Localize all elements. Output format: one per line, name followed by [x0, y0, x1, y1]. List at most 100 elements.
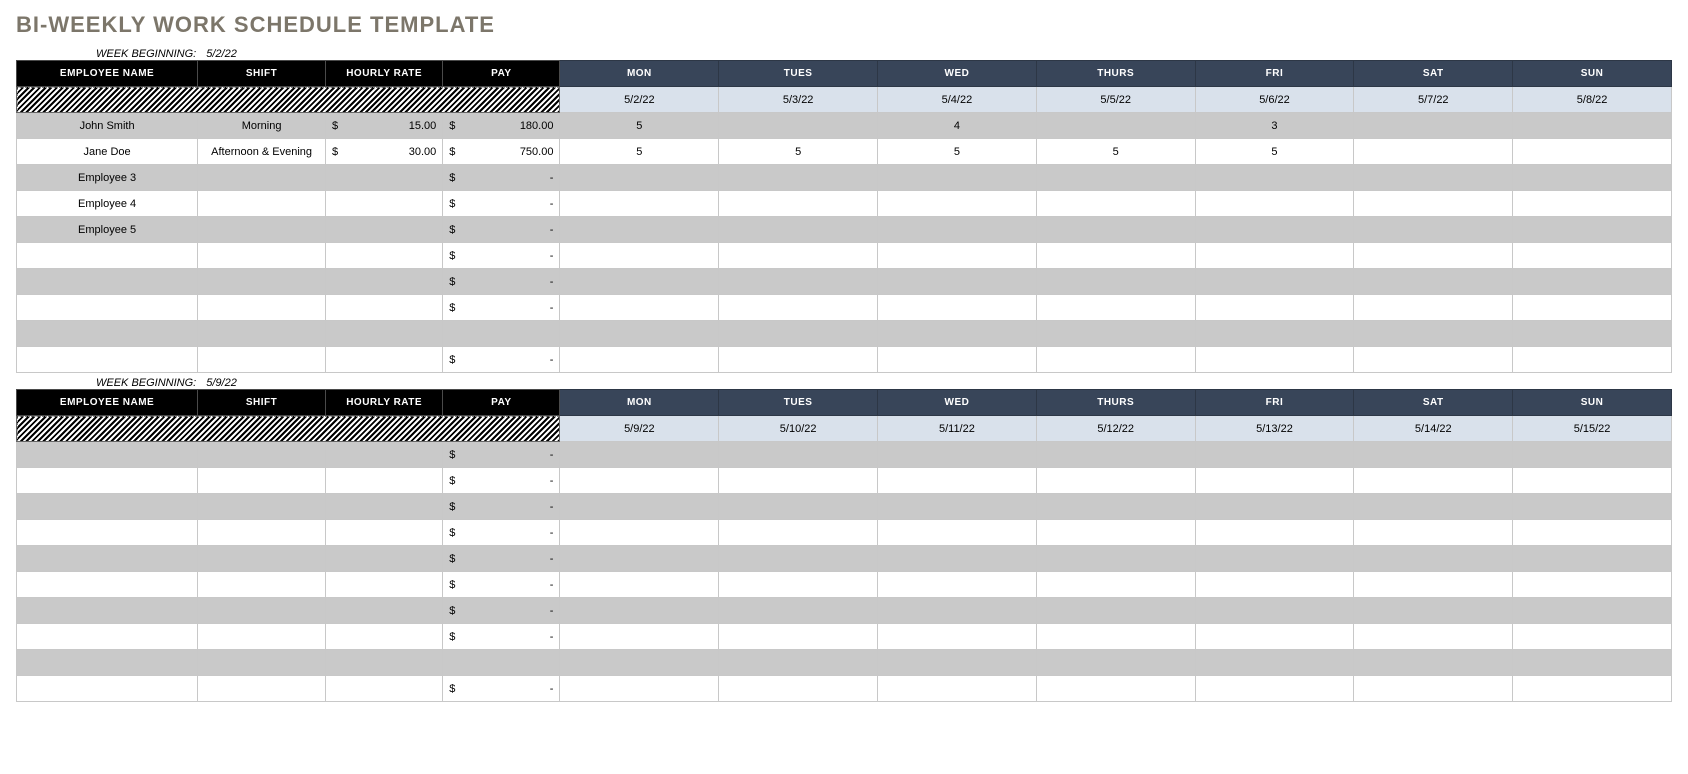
- employee-name-cell[interactable]: [17, 468, 198, 494]
- hours-cell[interactable]: [560, 295, 719, 321]
- hourly-rate-cell[interactable]: [326, 191, 443, 217]
- hours-cell[interactable]: [1513, 139, 1672, 165]
- hours-cell[interactable]: [878, 269, 1037, 295]
- hours-cell[interactable]: [719, 217, 878, 243]
- hours-cell[interactable]: [1036, 650, 1195, 676]
- hours-cell[interactable]: [1354, 624, 1513, 650]
- hours-cell[interactable]: [719, 295, 878, 321]
- hours-cell[interactable]: [1036, 598, 1195, 624]
- hours-cell[interactable]: [1036, 494, 1195, 520]
- hours-cell[interactable]: [719, 572, 878, 598]
- hourly-rate-cell[interactable]: [326, 520, 443, 546]
- hours-cell[interactable]: [719, 347, 878, 373]
- hourly-rate-cell[interactable]: [326, 347, 443, 373]
- hourly-rate-cell[interactable]: $30.00: [326, 139, 443, 165]
- hourly-rate-cell[interactable]: [326, 442, 443, 468]
- shift-cell[interactable]: [198, 442, 326, 468]
- hours-cell[interactable]: [878, 468, 1037, 494]
- hours-cell[interactable]: [1036, 572, 1195, 598]
- hours-cell[interactable]: [1195, 650, 1354, 676]
- hours-cell[interactable]: [719, 676, 878, 702]
- shift-cell[interactable]: [198, 676, 326, 702]
- hours-cell[interactable]: [719, 624, 878, 650]
- hours-cell[interactable]: [1354, 321, 1513, 347]
- hours-cell[interactable]: [1195, 442, 1354, 468]
- shift-cell[interactable]: [198, 269, 326, 295]
- hours-cell[interactable]: [719, 321, 878, 347]
- employee-name-cell[interactable]: [17, 650, 198, 676]
- hours-cell[interactable]: [560, 650, 719, 676]
- hours-cell[interactable]: [1354, 217, 1513, 243]
- hours-cell[interactable]: 5: [1195, 139, 1354, 165]
- hours-cell[interactable]: [878, 442, 1037, 468]
- hours-cell[interactable]: [1195, 520, 1354, 546]
- hours-cell[interactable]: [1513, 295, 1672, 321]
- hours-cell[interactable]: [1354, 546, 1513, 572]
- hours-cell[interactable]: [719, 165, 878, 191]
- hours-cell[interactable]: [1513, 217, 1672, 243]
- hours-cell[interactable]: [1036, 191, 1195, 217]
- shift-cell[interactable]: [198, 650, 326, 676]
- hours-cell[interactable]: [1036, 269, 1195, 295]
- hourly-rate-cell[interactable]: $15.00: [326, 113, 443, 139]
- hours-cell[interactable]: [878, 598, 1037, 624]
- employee-name-cell[interactable]: Employee 3: [17, 165, 198, 191]
- employee-name-cell[interactable]: Jane Doe: [17, 139, 198, 165]
- hourly-rate-cell[interactable]: [326, 269, 443, 295]
- hours-cell[interactable]: [878, 165, 1037, 191]
- hours-cell[interactable]: [560, 269, 719, 295]
- hours-cell[interactable]: 5: [878, 139, 1037, 165]
- shift-cell[interactable]: Afternoon & Evening: [198, 139, 326, 165]
- hours-cell[interactable]: [719, 494, 878, 520]
- hours-cell[interactable]: [1354, 572, 1513, 598]
- employee-name-cell[interactable]: [17, 546, 198, 572]
- hours-cell[interactable]: [1036, 468, 1195, 494]
- hourly-rate-cell[interactable]: [326, 624, 443, 650]
- hours-cell[interactable]: [719, 468, 878, 494]
- hours-cell[interactable]: [1036, 165, 1195, 191]
- hours-cell[interactable]: [719, 442, 878, 468]
- hours-cell[interactable]: [560, 321, 719, 347]
- hours-cell[interactable]: 5: [560, 113, 719, 139]
- hours-cell[interactable]: [1036, 442, 1195, 468]
- employee-name-cell[interactable]: [17, 442, 198, 468]
- shift-cell[interactable]: [198, 347, 326, 373]
- hours-cell[interactable]: 5: [560, 139, 719, 165]
- hours-cell[interactable]: [1195, 347, 1354, 373]
- hours-cell[interactable]: [1036, 295, 1195, 321]
- hours-cell[interactable]: [878, 520, 1037, 546]
- hours-cell[interactable]: [560, 243, 719, 269]
- hours-cell[interactable]: [878, 650, 1037, 676]
- hours-cell[interactable]: [878, 321, 1037, 347]
- hours-cell[interactable]: 3: [1195, 113, 1354, 139]
- hours-cell[interactable]: [1036, 113, 1195, 139]
- hours-cell[interactable]: 4: [878, 113, 1037, 139]
- employee-name-cell[interactable]: [17, 321, 198, 347]
- hours-cell[interactable]: [1354, 650, 1513, 676]
- hours-cell[interactable]: [560, 468, 719, 494]
- hourly-rate-cell[interactable]: [326, 243, 443, 269]
- hours-cell[interactable]: [878, 572, 1037, 598]
- hours-cell[interactable]: [719, 191, 878, 217]
- hours-cell[interactable]: [1513, 347, 1672, 373]
- hours-cell[interactable]: [1513, 113, 1672, 139]
- hourly-rate-cell[interactable]: [326, 217, 443, 243]
- hours-cell[interactable]: [1195, 217, 1354, 243]
- hours-cell[interactable]: [1354, 598, 1513, 624]
- hours-cell[interactable]: [1354, 347, 1513, 373]
- hours-cell[interactable]: [719, 113, 878, 139]
- hours-cell[interactable]: [1354, 520, 1513, 546]
- hours-cell[interactable]: [1513, 598, 1672, 624]
- hours-cell[interactable]: [1354, 494, 1513, 520]
- hours-cell[interactable]: [560, 442, 719, 468]
- hours-cell[interactable]: [1354, 442, 1513, 468]
- hours-cell[interactable]: [560, 217, 719, 243]
- hours-cell[interactable]: [1513, 494, 1672, 520]
- hours-cell[interactable]: [878, 624, 1037, 650]
- hours-cell[interactable]: [1513, 165, 1672, 191]
- hours-cell[interactable]: [1195, 321, 1354, 347]
- hours-cell[interactable]: [1354, 269, 1513, 295]
- shift-cell[interactable]: [198, 165, 326, 191]
- hours-cell[interactable]: [1036, 546, 1195, 572]
- hours-cell[interactable]: 5: [719, 139, 878, 165]
